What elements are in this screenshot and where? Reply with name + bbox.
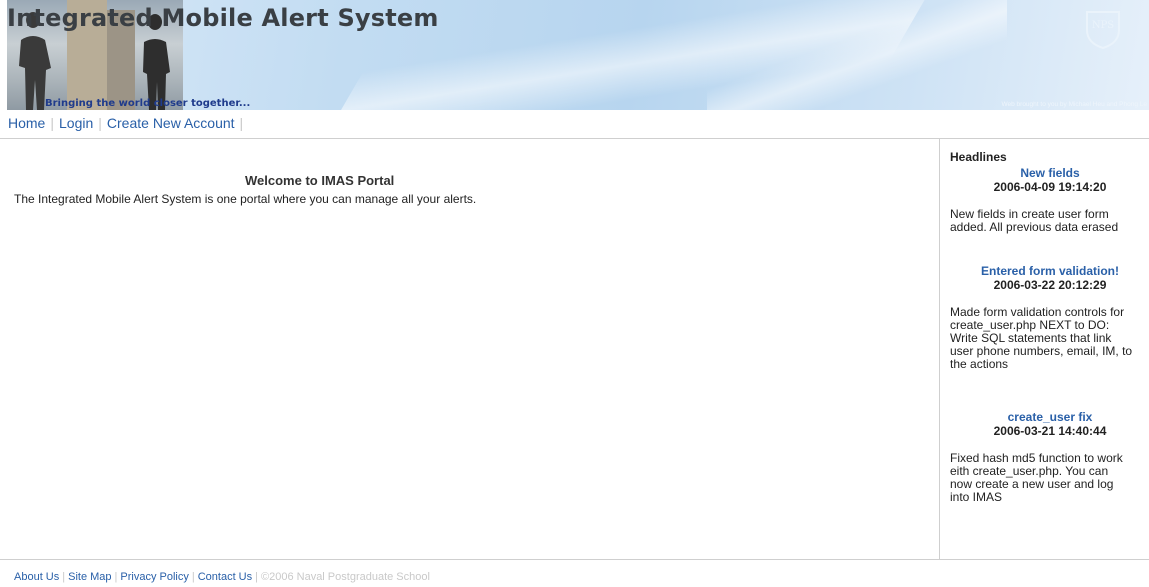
nav-separator: | — [239, 115, 244, 131]
nav-separator: | — [50, 115, 54, 131]
headline-date: 2006-04-09 19:14:20 — [993, 180, 1107, 194]
welcome-heading: Welcome to IMAS Portal — [245, 173, 395, 188]
headline-date: 2006-03-21 14:40:44 — [993, 424, 1107, 438]
footer-about-link[interactable]: About Us — [14, 571, 59, 583]
nav-separator: | — [98, 115, 102, 131]
banner-credit: Web brought to you by Michael Heu and Ph… — [1001, 101, 1147, 108]
nav-create-account-link[interactable]: Create New Account — [107, 115, 235, 131]
footer-sitemap-link[interactable]: Site Map — [68, 571, 111, 583]
footer-copyright: ©2006 Naval Postgraduate School — [261, 571, 430, 583]
footer-contact-link[interactable]: Contact Us — [198, 571, 252, 583]
footer-privacy-link[interactable]: Privacy Policy — [120, 571, 188, 583]
headline-title-link[interactable]: create_user fix — [950, 410, 1149, 424]
site-tagline: Bringing the world closer together... — [45, 98, 251, 109]
footer-separator: | — [114, 571, 118, 583]
headline-body: Made form validation controls for create… — [950, 305, 1133, 371]
headline-item: New fields 2006-04-09 19:14:20 New field… — [950, 166, 1149, 234]
headline-body: New fields in create user form added. Al… — [950, 207, 1119, 234]
welcome-text: The Integrated Mobile Alert System is on… — [14, 192, 477, 206]
headline-date: 2006-03-22 20:12:29 — [993, 278, 1107, 292]
footer-separator: | — [62, 571, 66, 583]
top-nav: Home | Login | Create New Account | — [8, 115, 248, 131]
headlines-heading: Headlines — [950, 150, 1007, 164]
headline-item: create_user fix 2006-03-21 14:40:44 Fixe… — [950, 410, 1149, 504]
headline-body: Fixed hash md5 function to work eith cre… — [950, 451, 1123, 504]
nav-home-link[interactable]: Home — [8, 115, 45, 131]
headlines-sidebar: Headlines New fields 2006-04-09 19:14:20… — [939, 139, 1149, 559]
nps-logo-icon: NPS — [1083, 8, 1123, 50]
footer: About Us | Site Map | Privacy Policy | Contact… — [14, 571, 430, 583]
footer-separator: | — [255, 571, 258, 583]
headline-title-link[interactable]: Entered form validation! — [950, 264, 1149, 278]
footer-separator: | — [191, 571, 195, 583]
headline-title-link[interactable]: New fields — [950, 166, 1149, 180]
site-title: Integrated Mobile Alert System — [7, 4, 439, 32]
headline-item: Entered form validation! 2006-03-22 20:1… — [950, 264, 1149, 371]
banner-highlight — [707, 0, 1007, 110]
footer-divider — [0, 559, 1149, 560]
nav-login-link[interactable]: Login — [59, 115, 93, 131]
svg-text:NPS: NPS — [1092, 20, 1114, 31]
